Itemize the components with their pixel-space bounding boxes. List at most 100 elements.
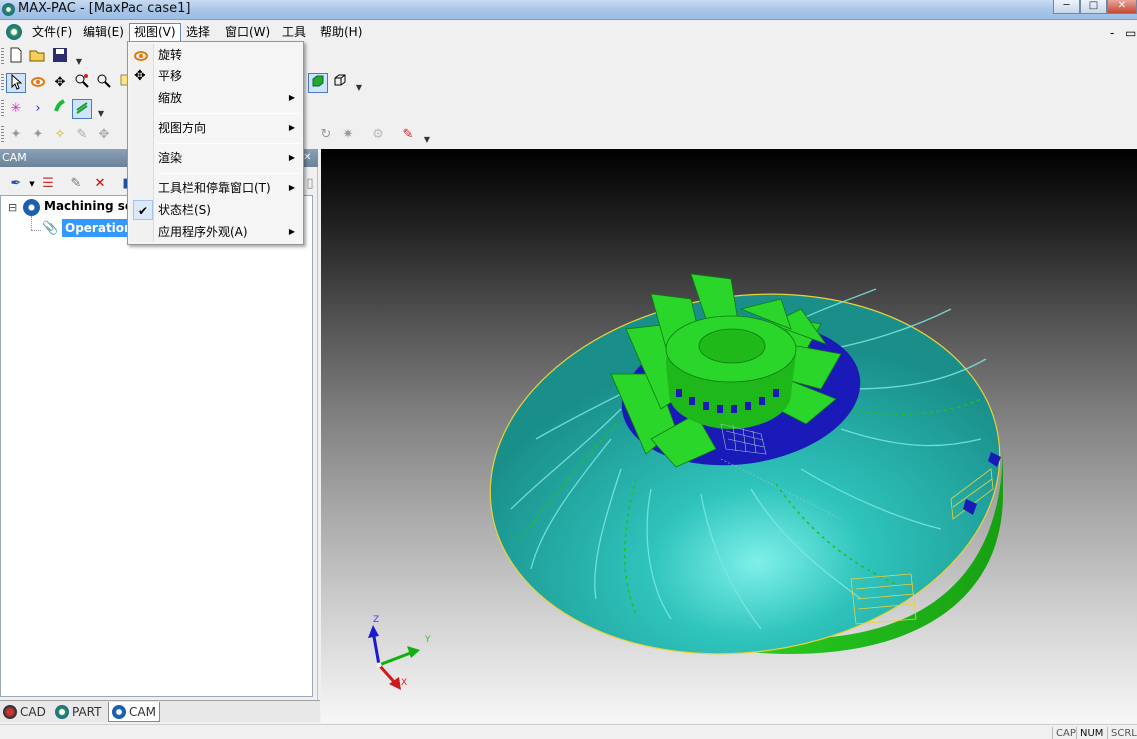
simulation-icon[interactable]: ✷	[338, 125, 358, 145]
menu-item-label: 工具栏和停靠窗口(T)	[158, 181, 271, 195]
menu-separator	[158, 143, 299, 144]
machining-tool-icon[interactable]: ✎	[72, 125, 92, 145]
curve-icon[interactable]: ›	[28, 99, 48, 119]
tree-root-label[interactable]: Machining se	[44, 199, 133, 213]
menu-item-statusbar[interactable]: ✔ 状态栏(S)	[130, 200, 301, 220]
menu-help[interactable]: 帮助(H)	[315, 23, 367, 42]
toolbar-overflow-icon[interactable]: ▼	[354, 74, 364, 94]
pan-icon[interactable]: ✥	[50, 73, 70, 93]
checkmark-icon: ✔	[133, 200, 153, 220]
menu-file[interactable]: 文件(F)	[27, 23, 77, 42]
menu-separator	[158, 173, 299, 174]
menu-item-pan[interactable]: ✥ 平移	[130, 66, 301, 86]
toolbar-grip[interactable]	[1, 74, 4, 92]
app-icon[interactable]	[2, 3, 15, 16]
submenu-arrow-icon: ▶	[288, 227, 295, 236]
submenu-arrow-icon: ▶	[288, 153, 295, 162]
machining-tool-icon[interactable]: ✦	[6, 125, 26, 145]
machining-setup-icon	[23, 199, 40, 216]
menu-item-label: 渲染	[158, 151, 183, 165]
cam-gear-icon	[112, 705, 126, 719]
open-folder-icon[interactable]	[28, 47, 48, 67]
pan-icon: ✥	[134, 68, 146, 84]
menu-item-render[interactable]: 渲染 ▶	[130, 148, 301, 168]
menu-item-zoom[interactable]: 缩放 ▶	[130, 88, 301, 108]
mdi-restore-button[interactable]: ▭	[1125, 27, 1136, 39]
operation-icon: 📎	[42, 221, 59, 236]
machining-tool-icon[interactable]: ✥	[94, 125, 114, 145]
axis-z-label: Z	[373, 615, 380, 625]
toolbar-grip[interactable]	[1, 126, 4, 144]
minimize-button[interactable]: ─	[1053, 0, 1080, 14]
part-icon	[55, 705, 69, 719]
point-icon[interactable]: ✳	[6, 99, 26, 119]
simulation-icon[interactable]: ↻	[316, 125, 336, 145]
rotate-icon[interactable]	[28, 73, 48, 93]
panel-close-icon[interactable]: ✕	[303, 149, 311, 167]
wireframe-view-icon[interactable]	[330, 73, 350, 93]
tab-part-label: PART	[72, 705, 102, 719]
menu-tools[interactable]: 工具	[277, 23, 311, 42]
cad-icon	[3, 705, 17, 719]
delete-icon[interactable]: ✕	[90, 174, 110, 194]
new-file-icon[interactable]	[6, 47, 26, 67]
rotate-icon	[133, 47, 149, 63]
menu-item-app-appearance[interactable]: 应用程序外观(A) ▶	[130, 222, 301, 242]
menu-window[interactable]: 窗口(W)	[220, 23, 275, 42]
menu-item-label: 缩放	[158, 91, 183, 105]
machining-tool-icon[interactable]: ✦	[28, 125, 48, 145]
menu-item-label: 旋转	[158, 48, 183, 62]
tab-cam-label: CAM	[129, 705, 156, 719]
menu-item-label: 平移	[158, 69, 183, 83]
list-icon[interactable]: ☰	[38, 174, 58, 194]
mdi-minimize-button[interactable]: -	[1110, 27, 1114, 39]
machining-tool-icon[interactable]: ✧	[50, 125, 70, 145]
toolbar-overflow-icon[interactable]: ▼	[74, 48, 84, 68]
tab-cam[interactable]: CAM	[108, 702, 160, 722]
toolbar-overflow-icon[interactable]: ▼	[96, 100, 106, 120]
menu-edit[interactable]: 编辑(E)	[78, 23, 129, 42]
shaded-view-icon[interactable]	[308, 73, 328, 93]
operation-tree: ⊟ Machining se 📎 Operation	[0, 195, 313, 697]
simulation-icon[interactable]: ⚙	[368, 125, 388, 145]
toolbar-overflow-icon[interactable]: ▼	[422, 126, 432, 146]
axis-y-label: Y	[425, 635, 431, 645]
close-button[interactable]: ✕	[1107, 0, 1137, 14]
maximize-button[interactable]: □	[1080, 0, 1107, 14]
zoom-icon[interactable]	[72, 73, 92, 93]
window-title: MAX-PAC - [MaxPac case1]	[18, 1, 191, 16]
tree-expander-icon[interactable]: ⊟	[8, 201, 17, 214]
toolbar-grip[interactable]	[1, 48, 4, 66]
axis-triad	[368, 625, 420, 690]
menu-view[interactable]: 视图(V)	[129, 23, 181, 42]
toolbar-geometry: ✳ › ▼	[0, 97, 110, 121]
menu-separator	[158, 113, 299, 114]
panel-tabs: CAD PART CAM	[0, 700, 320, 722]
edit-icon[interactable]: ✎	[66, 174, 86, 194]
select-pointer-icon[interactable]	[6, 73, 26, 93]
toolbar-grip[interactable]	[1, 100, 4, 118]
document-icon[interactable]	[6, 24, 22, 40]
tab-cad-label: CAD	[20, 705, 46, 719]
tab-part[interactable]: PART	[52, 702, 106, 722]
tree-item-operation[interactable]: Operation	[62, 219, 136, 237]
zoom-window-icon[interactable]	[94, 73, 114, 93]
menu-item-view-direction[interactable]: 视图方向 ▶	[130, 118, 301, 138]
tab-cad[interactable]: CAD	[0, 702, 48, 722]
toolpath-icon[interactable]	[72, 99, 92, 119]
menu-item-label: 视图方向	[158, 121, 207, 135]
menu-item-label: 状态栏(S)	[158, 203, 211, 217]
menu-select[interactable]: 选择	[181, 23, 215, 42]
submenu-arrow-icon: ▶	[288, 183, 295, 192]
menu-item-toolbars-docking[interactable]: 工具栏和停靠窗口(T) ▶	[130, 178, 301, 198]
surface-icon[interactable]	[50, 99, 70, 119]
3d-viewport[interactable]: Z Y X	[321, 149, 1137, 723]
impeller-model	[368, 273, 1003, 690]
save-icon[interactable]	[50, 47, 70, 67]
title-bar: MAX-PAC - [MaxPac case1] ─ □ ✕	[0, 0, 1137, 20]
menu-item-rotate[interactable]: 旋转	[130, 45, 301, 65]
submenu-arrow-icon: ▶	[288, 93, 295, 102]
submenu-arrow-icon: ▶	[288, 123, 295, 132]
postprocess-icon[interactable]: ✎	[398, 125, 418, 145]
status-scrl: SCRL	[1107, 727, 1137, 739]
